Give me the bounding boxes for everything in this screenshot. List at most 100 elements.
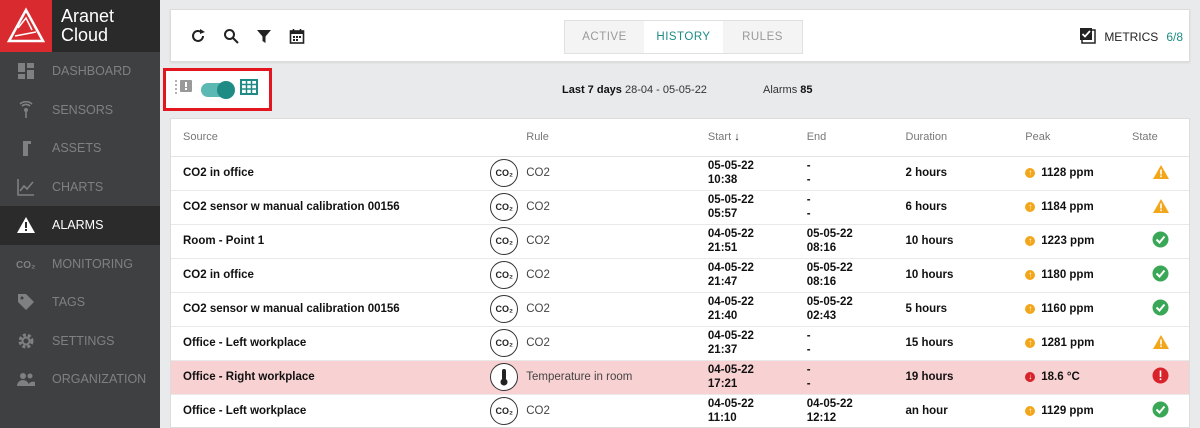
table-row[interactable]: Office - Left workplace CO₂ CO2 04-05-22 21:… bbox=[171, 326, 1189, 361]
col-rule[interactable]: Rule bbox=[526, 119, 708, 157]
row-start: 05-05-22 05:57 bbox=[707, 190, 807, 225]
start-date: 04-05-22 bbox=[707, 228, 754, 240]
list-alarm-icon[interactable] bbox=[174, 78, 194, 101]
row-source: CO2 in office bbox=[171, 156, 489, 191]
view-toggle[interactable] bbox=[201, 80, 235, 99]
row-peak: ↑ 1180 ppm bbox=[1025, 258, 1133, 293]
arrow-down-icon: ↓ bbox=[1025, 371, 1036, 382]
start-date: 04-05-22 bbox=[707, 296, 754, 308]
check-circle-icon bbox=[1152, 401, 1169, 421]
row-start: 04-05-22 17:21 bbox=[707, 360, 807, 395]
start-time: 21:51 bbox=[707, 242, 738, 254]
sidebar-item-alarms[interactable]: ALARMS bbox=[0, 206, 160, 245]
table-row[interactable]: Office - Left workplace CO₂ CO2 04-05-22 11:… bbox=[171, 394, 1189, 428]
end-date: - bbox=[806, 330, 811, 342]
alarm-icon bbox=[0, 216, 52, 234]
col-source[interactable]: Source bbox=[171, 119, 489, 157]
co2-sensor-icon: CO₂ bbox=[490, 159, 519, 187]
sidebar-item-label: MONITORING bbox=[52, 256, 134, 271]
sidebar-item-settings[interactable]: SETTINGS bbox=[0, 322, 160, 361]
peak-value: 1184 ppm bbox=[1041, 201, 1094, 213]
arrow-up-icon: ↑ bbox=[1025, 337, 1036, 348]
row-source: Office - Right workplace bbox=[171, 360, 489, 395]
row-end: -- bbox=[806, 190, 906, 225]
col-icon-spacer bbox=[488, 119, 527, 157]
metrics-checkbox-icon bbox=[1079, 27, 1097, 47]
row-rule: CO2 bbox=[526, 258, 708, 293]
col-state[interactable]: State bbox=[1132, 119, 1189, 157]
table-row[interactable]: CO2 sensor w manual calibration 00156 CO₂… bbox=[171, 292, 1189, 327]
row-source: CO2 sensor w manual calibration 00156 bbox=[171, 292, 489, 327]
row-source: Room - Point 1 bbox=[171, 224, 489, 259]
end-date: - bbox=[806, 194, 811, 206]
row-peak: ↑ 1281 ppm bbox=[1025, 326, 1133, 361]
start-time: 11:10 bbox=[707, 412, 737, 424]
peak-value: 1180 ppm bbox=[1041, 269, 1094, 281]
row-peak: ↑ 1223 ppm bbox=[1025, 224, 1133, 259]
end-time: - bbox=[806, 174, 811, 186]
end-date: - bbox=[806, 160, 811, 172]
search-icon[interactable] bbox=[222, 27, 240, 45]
row-start: 04-05-22 21:37 bbox=[707, 326, 807, 361]
row-peak: ↑ 1184 ppm bbox=[1025, 190, 1133, 225]
row-end: 05-05-22 08:16 bbox=[806, 224, 906, 259]
alarms-summary: Alarms 85 bbox=[763, 84, 813, 96]
sidebar-item-monitoring[interactable]: CO₂ MONITORING bbox=[0, 245, 160, 284]
row-end: 04-05-22 12:12 bbox=[806, 394, 906, 428]
end-date: 05-05-22 bbox=[806, 228, 853, 240]
row-duration: an hour bbox=[905, 394, 1026, 428]
peak-value: 1129 ppm bbox=[1041, 405, 1094, 417]
start-date: 05-05-22 bbox=[707, 160, 754, 172]
col-peak[interactable]: Peak bbox=[1025, 119, 1133, 157]
row-peak: ↑ 1128 ppm bbox=[1025, 156, 1133, 191]
calendar-icon[interactable] bbox=[288, 27, 306, 45]
row-sensor-badge: CO₂ bbox=[488, 292, 527, 327]
col-duration[interactable]: Duration bbox=[905, 119, 1026, 157]
people-icon bbox=[0, 371, 52, 387]
sidebar-item-organization[interactable]: ORGANIZATION bbox=[0, 360, 160, 399]
sidebar-item-tags[interactable]: TAGS bbox=[0, 283, 160, 322]
peak-value: 1281 ppm bbox=[1041, 337, 1095, 349]
col-end[interactable]: End bbox=[806, 119, 906, 157]
end-date: 04-05-22 bbox=[806, 398, 853, 410]
sidebar: Aranet Cloud DASHBOARD SENSORS ASSETS CHART… bbox=[0, 0, 160, 428]
col-start[interactable]: Start ↓ bbox=[707, 119, 807, 157]
row-end: 05-05-22 08:16 bbox=[806, 258, 906, 293]
metrics-button[interactable]: METRICS 6/8 bbox=[1079, 27, 1183, 47]
table-row[interactable]: CO2 in office CO₂ CO2 04-05-22 21:47 05-05-22… bbox=[171, 258, 1189, 293]
co2-sensor-icon: CO₂ bbox=[490, 193, 519, 221]
tab-history[interactable]: HISTORY bbox=[644, 21, 723, 53]
row-duration: 10 hours bbox=[905, 224, 1026, 259]
row-start: 05-05-22 10:38 bbox=[707, 156, 807, 191]
peak-value: 1128 ppm bbox=[1041, 167, 1094, 179]
refresh-icon[interactable] bbox=[189, 27, 207, 45]
sidebar-item-sensors[interactable]: SENSORS bbox=[0, 91, 160, 130]
tab-rules[interactable]: RULES bbox=[723, 21, 802, 53]
col-start-label: Start bbox=[707, 131, 732, 144]
range-dates: 28-04 - 05-05-22 bbox=[624, 84, 707, 96]
table-row[interactable]: CO2 sensor w manual calibration 00156 CO₂… bbox=[171, 190, 1189, 225]
sidebar-item-dashboard[interactable]: DASHBOARD bbox=[0, 52, 160, 91]
toggle-knob bbox=[217, 80, 235, 99]
warning-icon bbox=[1152, 334, 1170, 353]
sidebar-item-assets[interactable]: ASSETS bbox=[0, 129, 160, 168]
sidebar-item-charts[interactable]: CHARTS bbox=[0, 168, 160, 207]
table-row[interactable]: CO2 in office CO₂ CO2 05-05-22 10:38- -2 hour… bbox=[171, 156, 1189, 191]
row-start: 04-05-22 21:51 bbox=[707, 224, 807, 259]
sidebar-item-label: TAGS bbox=[52, 295, 86, 310]
table-row[interactable]: Room - Point 1 CO₂ CO2 04-05-22 21:51 05-05-2… bbox=[171, 224, 1189, 259]
row-start: 04-05-22 21:40 bbox=[707, 292, 807, 327]
row-start: 04-05-22 21:47 bbox=[707, 258, 807, 293]
brand[interactable]: Aranet Cloud bbox=[0, 0, 160, 52]
row-sensor-badge: CO₂ bbox=[488, 224, 527, 259]
row-sensor-badge: CO₂ bbox=[488, 326, 527, 361]
range-label: Last 7 days bbox=[562, 84, 622, 96]
tab-active[interactable]: ACTIVE bbox=[565, 21, 644, 53]
sidebar-item-label: DASHBOARD bbox=[52, 64, 132, 79]
start-date: 04-05-22 bbox=[707, 262, 754, 274]
table-view-icon[interactable] bbox=[240, 79, 258, 100]
co2-sensor-icon: CO₂ bbox=[490, 261, 519, 289]
row-state bbox=[1132, 258, 1189, 293]
table-row[interactable]: Office - Right workplace Temperature in r… bbox=[171, 360, 1189, 395]
filter-icon[interactable] bbox=[255, 27, 273, 45]
